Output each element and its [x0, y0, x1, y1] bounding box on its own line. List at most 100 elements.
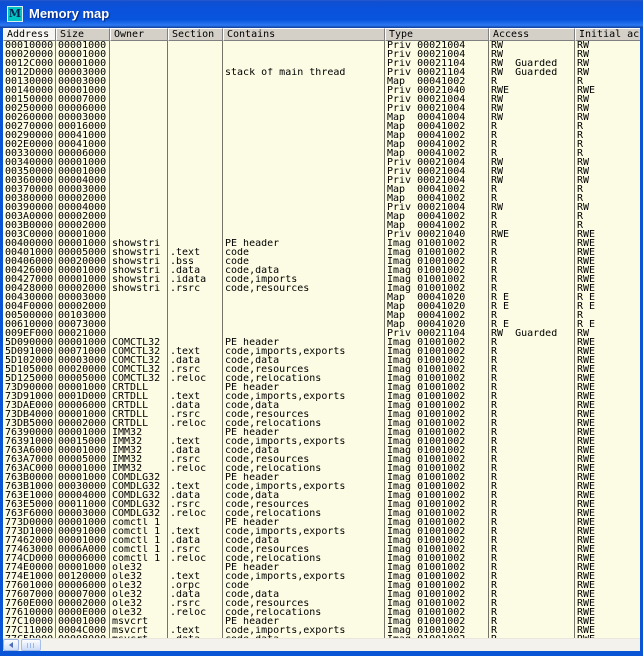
table-row[interactable]: 0040000000001000showstriPE headerImag 01…	[3, 239, 640, 248]
table-row[interactable]: 0061000000073000Map 00041020R ER E	[3, 320, 640, 329]
cell-address: 5D102000	[3, 356, 56, 365]
cell-initial: RW	[575, 158, 640, 167]
table-row[interactable]: 73D9000000001000CRTDLLPE headerImag 0100…	[3, 383, 640, 392]
table-row[interactable]: 009EF00000021000Priv 00021104RW GuardedR…	[3, 329, 640, 338]
cell-initial: RWE	[575, 518, 640, 527]
table-row[interactable]: 7639000000001000IMM32PE headerImag 01001…	[3, 428, 640, 437]
table-row[interactable]: 763E500000011000COMDLG32.rsrccode,resour…	[3, 500, 640, 509]
table-row[interactable]: 0001000000001000Priv 00021004RWRW	[3, 41, 640, 50]
scroll-left-button[interactable]	[3, 639, 19, 651]
table-row[interactable]: 77C1000000001000msvcrtPE headerImag 0100…	[3, 617, 640, 626]
table-row[interactable]: 0013000000003000Map 00041002RR	[3, 77, 640, 86]
table-row[interactable]: 0029000000041000Map 00041002RR	[3, 131, 640, 140]
table-row[interactable]: 763A700000005000IMM32.rsrccode,resources…	[3, 455, 640, 464]
cell-section: .reloc	[168, 554, 223, 563]
table-row[interactable]: 0012D00000003000stack of main threadPriv…	[3, 68, 640, 77]
cell-address: 77C10000	[3, 617, 56, 626]
cell-contains: code,data	[223, 491, 385, 500]
table-row[interactable]: 776100000000E000ole32.reloccode,relocati…	[3, 608, 640, 617]
table-row[interactable]: 73DB500000002000CRTDLL.reloccode,relocat…	[3, 419, 640, 428]
table-row[interactable]: 7760700000007000ole32.datacode,dataImag …	[3, 590, 640, 599]
table-row[interactable]: 763A600000001000IMM32.datacode,dataImag …	[3, 446, 640, 455]
table-row[interactable]: 5D10200000003000COMCTL32.datacode,dataIm…	[3, 356, 640, 365]
cell-access: R	[489, 473, 575, 482]
table-row[interactable]: 774630000006A000comctl_1.rsrccode,resour…	[3, 545, 640, 554]
table-row[interactable]: 0025000000006000Priv 00021004RWRW	[3, 104, 640, 113]
table-row[interactable]: 763B100000030000COMDLG32.textcode,import…	[3, 482, 640, 491]
table-row[interactable]: 763AC00000001000IMM32.reloccode,relocati…	[3, 464, 640, 473]
column-header-address[interactable]: Address	[3, 28, 56, 41]
cell-size: 00011000	[56, 500, 110, 509]
table-row[interactable]: 774CD00000006000comctl_1.reloccode,reloc…	[3, 554, 640, 563]
cell-owner: ole32	[110, 608, 168, 617]
table-row[interactable]: 0002000000001000Priv 00021004RWRW	[3, 50, 640, 59]
column-header-contains[interactable]: Contains	[223, 28, 385, 41]
column-header-section[interactable]: Section	[168, 28, 223, 41]
table-row[interactable]: 7639100000015000IMM32.textcode,imports,e…	[3, 437, 640, 446]
table-row[interactable]: 0037000000003000Map 00041002RR	[3, 185, 640, 194]
table-row[interactable]: 7760E00000002000ole32.rsrccode,resources…	[3, 599, 640, 608]
table-row[interactable]: 0038000000002000Map 00041002RR	[3, 194, 640, 203]
column-header-size[interactable]: Size	[56, 28, 110, 41]
cell-address: 7760E000	[3, 599, 56, 608]
table-row[interactable]: 5D10500000020000COMCTL32.rsrccode,resour…	[3, 365, 640, 374]
table-row[interactable]: 0033000000006000Map 00041002RR	[3, 149, 640, 158]
table-row[interactable]: 0040600000020000showstri.bsscodeImag 010…	[3, 257, 640, 266]
table-row[interactable]: 5D12500000005000COMCTL32.reloccode,reloc…	[3, 374, 640, 383]
cell-owner	[110, 221, 168, 230]
table-row[interactable]: 774E000000001000ole32PE headerImag 01001…	[3, 563, 640, 572]
table-row[interactable]: 0042700000001000showstri.idatacode,impor…	[3, 275, 640, 284]
h-scrollbar[interactable]	[3, 638, 640, 651]
table-row[interactable]: 763F600000003000COMDLG32.reloccode,reloc…	[3, 509, 640, 518]
table-row[interactable]: 77C110000004C000msvcrt.textcode,imports,…	[3, 626, 640, 635]
table-row[interactable]: 0043000000003000Map 00041020R ER E	[3, 293, 640, 302]
table-row[interactable]: 003A000000002000Map 00041002RR	[3, 212, 640, 221]
cell-owner: showstri	[110, 248, 168, 257]
table-row[interactable]: 73DB400000001000CRTDLL.rsrccode,resource…	[3, 410, 640, 419]
table-row[interactable]: 0014000000001000Priv 00021040RWERWE	[3, 86, 640, 95]
cell-owner: msvcrt	[110, 626, 168, 635]
cell-contains: PE header	[223, 428, 385, 437]
table-row[interactable]: 0012C00000001000Priv 00021104RW GuardedR…	[3, 59, 640, 68]
column-header-type[interactable]: Type	[385, 28, 489, 41]
table-row[interactable]: 0015000000007000Priv 00021004RWRW	[3, 95, 640, 104]
column-header-initial[interactable]: Initial acc	[575, 28, 640, 41]
table-row[interactable]: 0039000000004000Priv 00021004RWRW	[3, 203, 640, 212]
table-row[interactable]: 5D09100000071000COMCTL32.textcode,import…	[3, 347, 640, 356]
cell-address: 73DAE000	[3, 401, 56, 410]
cell-size: 00001000	[56, 239, 110, 248]
table-row[interactable]: 763B000000001000COMDLG32PE headerImag 01…	[3, 473, 640, 482]
window-titlebar[interactable]: M Memory map	[0, 0, 643, 28]
table-row[interactable]: 773D000000001000comctl_1PE headerImag 01…	[3, 518, 640, 527]
table-row[interactable]: 0042600000001000showstri.datacode,dataIm…	[3, 266, 640, 275]
table-row[interactable]: 5D09000000001000COMCTL32PE headerImag 01…	[3, 338, 640, 347]
table-row[interactable]: 0034000000001000Priv 00021004RWRW	[3, 158, 640, 167]
table-row[interactable]: 773D100000091000comctl_1.textcode,import…	[3, 527, 640, 536]
table-row[interactable]: 0042800000002000showstri.rsrccode,resour…	[3, 284, 640, 293]
table-row[interactable]: 73DAE00000006000CRTDLL.datacode,dataImag…	[3, 401, 640, 410]
table-row[interactable]: 763E100000004000COMDLG32.datacode,dataIm…	[3, 491, 640, 500]
table-row[interactable]: 7746200000001000comctl_1.datacode,dataIm…	[3, 536, 640, 545]
table-row[interactable]: 0050000000103000Map 00041002RR	[3, 311, 640, 320]
table-row[interactable]: 73D910000001D000CRTDLL.textcode,imports,…	[3, 392, 640, 401]
table-row[interactable]: 7760100000006000ole32.orpccodeImag 01001…	[3, 581, 640, 590]
cell-contains: code,relocations	[223, 464, 385, 473]
cell-type: Map 00041002	[385, 149, 489, 158]
table-row[interactable]: 004F000000002000Map 00041020R ER E	[3, 302, 640, 311]
cell-address: 00500000	[3, 311, 56, 320]
cell-section: .data	[168, 401, 223, 410]
app-icon[interactable]: M	[7, 6, 23, 22]
column-header-owner[interactable]: Owner	[110, 28, 168, 41]
table-row[interactable]: 003C000000001000Priv 00021040RWERWE	[3, 230, 640, 239]
column-header-access[interactable]: Access	[489, 28, 575, 41]
table-row[interactable]: 002E000000041000Map 00041002RR	[3, 140, 640, 149]
table-row[interactable]: 0036000000004000Priv 00021004RWRW	[3, 176, 640, 185]
table-row[interactable]: 774E100000120000ole32.textcode,imports,e…	[3, 572, 640, 581]
cell-type: Priv 00021040	[385, 86, 489, 95]
table-row[interactable]: 0035000000001000Priv 00021004RWRW	[3, 167, 640, 176]
table-row[interactable]: 003B000000002000Map 00041002RR	[3, 221, 640, 230]
table-row[interactable]: 0027000000016000Map 00041002RR	[3, 122, 640, 131]
table-row[interactable]: 0040100000005000showstri.textcodeImag 01…	[3, 248, 640, 257]
table-row[interactable]: 0026000000003000Map 00041004RWRW	[3, 113, 640, 122]
scroll-thumb[interactable]	[21, 639, 41, 651]
